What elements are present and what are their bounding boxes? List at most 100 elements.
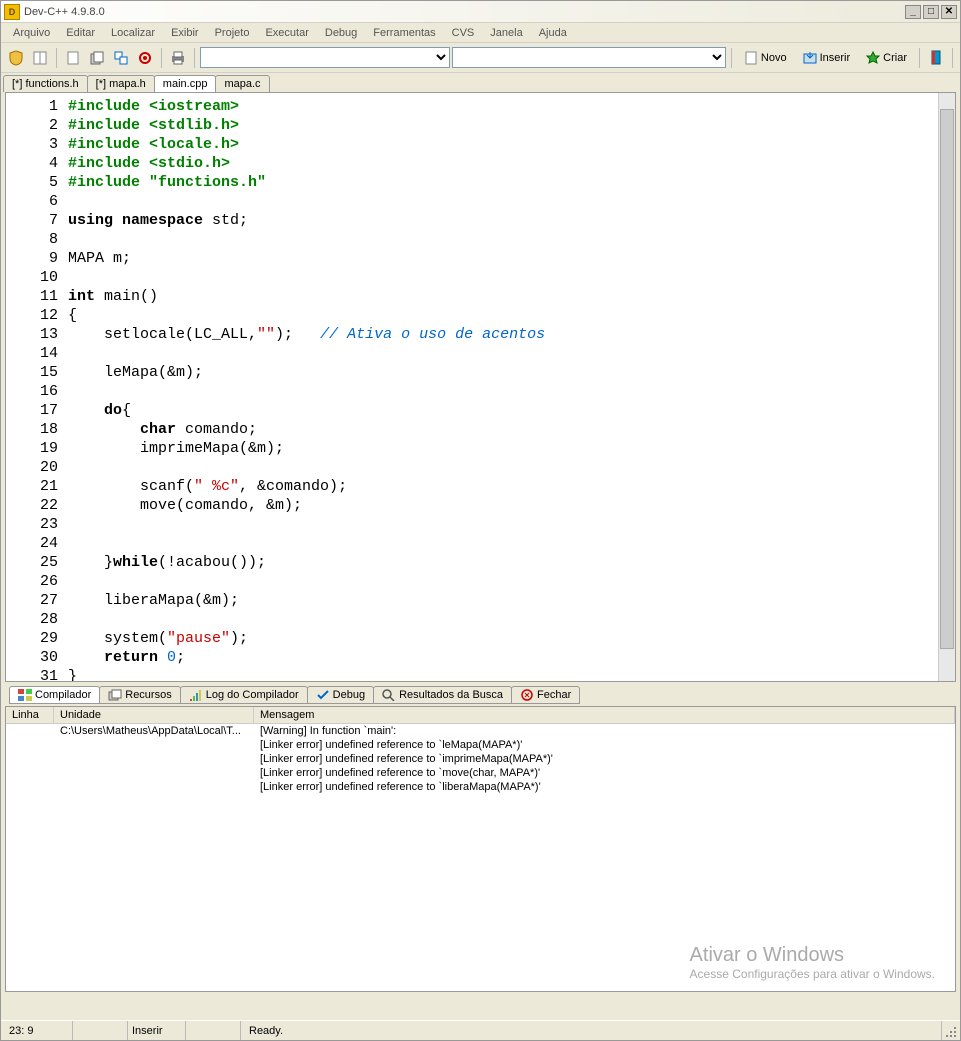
scrollbar-thumb[interactable] bbox=[940, 109, 954, 649]
row-msg: [Linker error] undefined reference to `i… bbox=[254, 752, 955, 766]
row-linha bbox=[6, 724, 54, 738]
bottom-tab-resultados-da-busca[interactable]: Resultados da Busca bbox=[373, 686, 512, 704]
bottom-tab-label: Debug bbox=[333, 689, 365, 701]
col-mensagem[interactable]: Mensagem bbox=[254, 707, 955, 723]
bookmark-icon[interactable] bbox=[925, 47, 947, 69]
menu-localizar[interactable]: Localizar bbox=[103, 24, 163, 42]
editor: 1234567891011121314151617181920212223242… bbox=[5, 92, 956, 682]
watermark-title: Ativar o Windows bbox=[690, 944, 935, 967]
status-ready: Ready. bbox=[241, 1021, 942, 1040]
fechar-icon bbox=[520, 689, 534, 701]
row-msg: [Linker error] undefined reference to `l… bbox=[254, 780, 955, 794]
print-icon[interactable] bbox=[167, 47, 189, 69]
compiler-row[interactable]: [Linker error] undefined reference to `m… bbox=[6, 766, 955, 780]
menu-ferramentas[interactable]: Ferramentas bbox=[365, 24, 443, 42]
cursor-position: 23: 9 bbox=[1, 1021, 73, 1040]
compiler-output: Linha Unidade Mensagem C:\Users\Matheus\… bbox=[5, 706, 956, 992]
watermark-sub: Acesse Configurações para ativar o Windo… bbox=[690, 967, 935, 981]
row-linha bbox=[6, 766, 54, 780]
compilador-icon bbox=[18, 689, 32, 701]
row-linha bbox=[6, 780, 54, 794]
file-tabs: [*] functions.h[*] mapa.hmain.cppmapa.c bbox=[1, 73, 960, 92]
combo-2[interactable] bbox=[452, 47, 726, 68]
log-do-compilador-icon bbox=[189, 689, 203, 701]
novo-button[interactable]: Novo bbox=[737, 48, 794, 68]
bottom-tab-log-do-compilador[interactable]: Log do Compilador bbox=[180, 686, 308, 704]
file-tab[interactable]: [*] mapa.h bbox=[87, 75, 155, 92]
novo-label: Novo bbox=[761, 52, 787, 64]
windows-watermark: Ativar o Windows Acesse Configurações pa… bbox=[690, 944, 935, 981]
menu-janela[interactable]: Janela bbox=[482, 24, 530, 42]
close-button[interactable]: ✕ bbox=[941, 5, 957, 19]
compiler-header: Linha Unidade Mensagem bbox=[6, 707, 955, 724]
row-unidade bbox=[54, 752, 254, 766]
bottom-tab-label: Resultados da Busca bbox=[399, 689, 503, 701]
col-unidade[interactable]: Unidade bbox=[54, 707, 254, 723]
status-spacer2 bbox=[186, 1021, 241, 1040]
col-linha[interactable]: Linha bbox=[6, 707, 54, 723]
window-title: Dev-C++ 4.9.8.0 bbox=[24, 6, 905, 18]
bottom-tab-compilador[interactable]: Compilador bbox=[9, 686, 100, 704]
compiler-row[interactable]: C:\Users\Matheus\AppData\Local\T...[Warn… bbox=[6, 724, 955, 738]
criar-button[interactable]: Criar bbox=[859, 48, 914, 68]
menu-arquivo[interactable]: Arquivo bbox=[5, 24, 58, 42]
menu-cvs[interactable]: CVS bbox=[444, 24, 483, 42]
bottom-tab-label: Compilador bbox=[35, 689, 91, 701]
menu-executar[interactable]: Executar bbox=[257, 24, 316, 42]
app-icon: D bbox=[4, 4, 20, 20]
status-spacer bbox=[73, 1021, 128, 1040]
code-area[interactable]: #include <iostream>#include <stdlib.h>#i… bbox=[64, 93, 938, 681]
bottom-tab-fechar[interactable]: Fechar bbox=[511, 686, 580, 704]
bottom-tab-label: Log do Compilador bbox=[206, 689, 299, 701]
vertical-scrollbar[interactable] bbox=[938, 93, 955, 681]
page-icon[interactable] bbox=[62, 47, 84, 69]
debug-icon bbox=[316, 689, 330, 701]
row-linha bbox=[6, 752, 54, 766]
bottom-tab-label: Fechar bbox=[537, 689, 571, 701]
menu-ajuda[interactable]: Ajuda bbox=[531, 24, 575, 42]
row-linha bbox=[6, 738, 54, 752]
file-tab[interactable]: main.cpp bbox=[154, 75, 217, 92]
compiler-row[interactable]: [Linker error] undefined reference to `l… bbox=[6, 780, 955, 794]
row-msg: [Linker error] undefined reference to `m… bbox=[254, 766, 955, 780]
menu-projeto[interactable]: Projeto bbox=[207, 24, 258, 42]
row-msg: [Warning] In function `main': bbox=[254, 724, 955, 738]
menubar: ArquivoEditarLocalizarExibirProjetoExecu… bbox=[1, 23, 960, 43]
combo-1[interactable] bbox=[200, 47, 450, 68]
inserir-button[interactable]: Inserir bbox=[796, 48, 858, 68]
book-icon[interactable] bbox=[29, 47, 51, 69]
row-unidade bbox=[54, 780, 254, 794]
statusbar: 23: 9 Inserir Ready. bbox=[1, 1020, 960, 1040]
windows-icon[interactable] bbox=[110, 47, 132, 69]
compiler-row[interactable]: [Linker error] undefined reference to `l… bbox=[6, 738, 955, 752]
menu-editar[interactable]: Editar bbox=[58, 24, 103, 42]
create-icon bbox=[866, 51, 880, 65]
compiler-row[interactable]: [Linker error] undefined reference to `i… bbox=[6, 752, 955, 766]
file-tab[interactable]: [*] functions.h bbox=[3, 75, 88, 92]
menu-debug[interactable]: Debug bbox=[317, 24, 365, 42]
menu-exibir[interactable]: Exibir bbox=[163, 24, 207, 42]
inserir-label: Inserir bbox=[820, 52, 851, 64]
criar-label: Criar bbox=[883, 52, 907, 64]
pages-icon[interactable] bbox=[86, 47, 108, 69]
row-unidade bbox=[54, 738, 254, 752]
row-unidade bbox=[54, 766, 254, 780]
gear-icon[interactable] bbox=[134, 47, 156, 69]
insert-icon bbox=[803, 51, 817, 65]
maximize-button[interactable]: □ bbox=[923, 5, 939, 19]
shield-icon[interactable] bbox=[5, 47, 27, 69]
bottom-tab-debug[interactable]: Debug bbox=[307, 686, 374, 704]
row-msg: [Linker error] undefined reference to `l… bbox=[254, 738, 955, 752]
file-tab[interactable]: mapa.c bbox=[215, 75, 269, 92]
bottom-tab-label: Recursos bbox=[125, 689, 171, 701]
compiler-rows: C:\Users\Matheus\AppData\Local\T...[Warn… bbox=[6, 724, 955, 794]
row-unidade: C:\Users\Matheus\AppData\Local\T... bbox=[54, 724, 254, 738]
recursos-icon bbox=[108, 689, 122, 701]
bottom-tabs: Compilador Recursos Log do Compilador Debug… bbox=[5, 684, 956, 706]
resize-grip[interactable] bbox=[942, 1023, 958, 1039]
new-icon bbox=[744, 51, 758, 65]
insert-mode: Inserir bbox=[128, 1021, 186, 1040]
minimize-button[interactable]: _ bbox=[905, 5, 921, 19]
resultados-da-busca-icon bbox=[382, 689, 396, 701]
bottom-tab-recursos[interactable]: Recursos bbox=[99, 686, 180, 704]
